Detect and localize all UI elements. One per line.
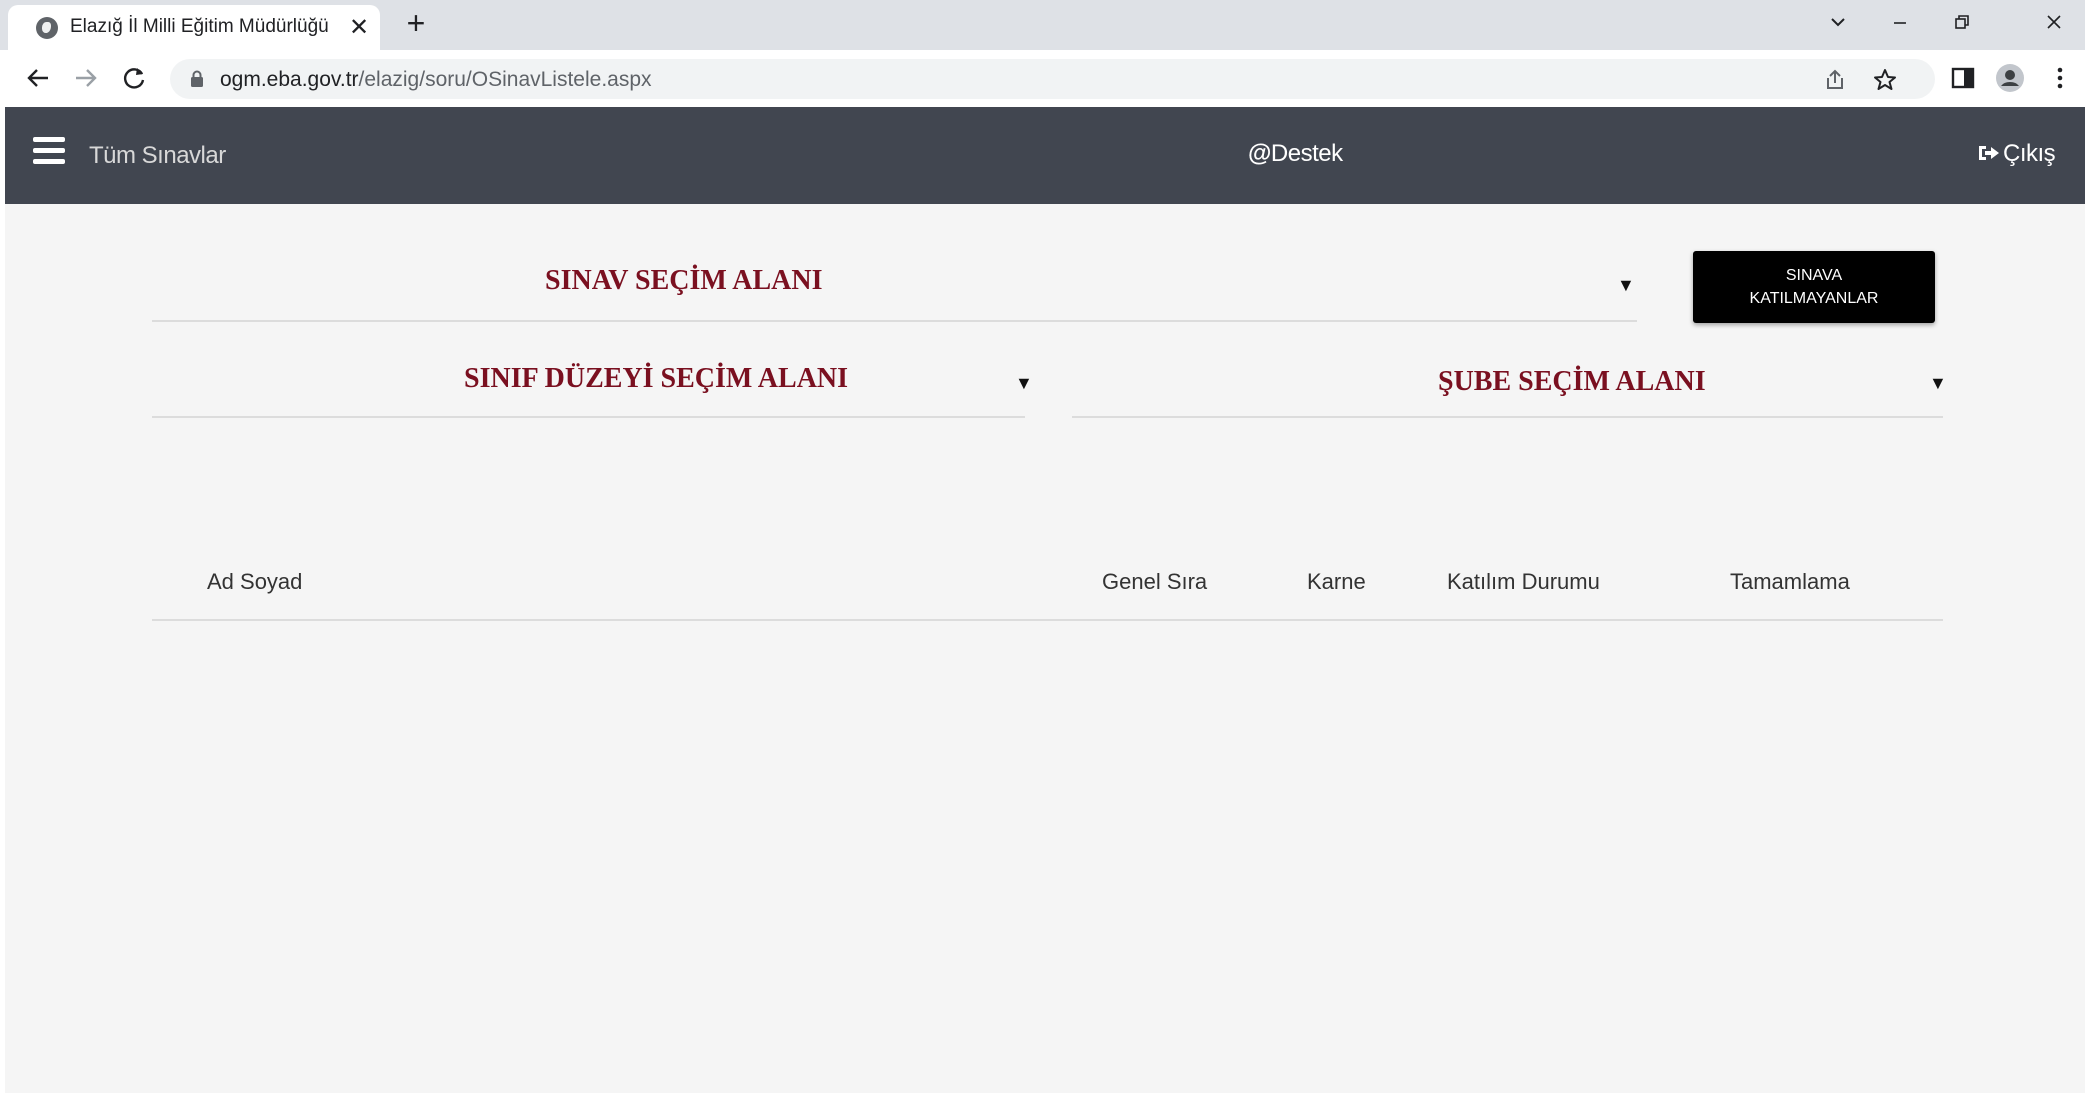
globe-favicon-icon: [36, 17, 58, 39]
logout-link[interactable]: Çıkış: [1977, 140, 2056, 168]
absent-button-line1: SINAVA: [1785, 267, 1843, 284]
reload-icon[interactable]: [118, 62, 150, 94]
hamburger-menu-icon[interactable]: [33, 137, 65, 167]
support-link[interactable]: @Destek: [1248, 140, 1343, 168]
tab-title: Elazığ İl Milli Eğitim Müdürlüğü: [70, 16, 329, 37]
column-header-name[interactable]: Ad Soyad: [207, 569, 302, 595]
top-navbar: Tüm Sınavlar @Destek Çıkış: [5, 107, 2085, 204]
absent-students-button[interactable]: SINAVA KATILMAYANLAR: [1693, 251, 1935, 323]
share-icon[interactable]: [1822, 67, 1848, 93]
at-sign-icon: @: [1248, 140, 1271, 167]
forward-arrow-icon[interactable]: [70, 62, 102, 94]
all-exams-link[interactable]: Tüm Sınavlar: [89, 142, 226, 170]
branch-select[interactable]: ŞUBE SEÇİM ALANI ▼: [1072, 342, 1947, 418]
support-label: Destek: [1270, 140, 1343, 167]
url-text[interactable]: ogm.eba.gov.tr/elazig/soru/OSinavListele…: [220, 68, 652, 92]
profile-avatar-icon[interactable]: [1994, 62, 2026, 94]
exam-select-chevron-down-icon: ▼: [1617, 275, 1635, 295]
branch-select-label: ŞUBE SEÇİM ALANI: [1438, 366, 1706, 397]
column-header-participation-status[interactable]: Katılım Durumu: [1447, 569, 1600, 595]
browser-menu-icon[interactable]: [2044, 62, 2076, 94]
bookmark-star-icon[interactable]: [1872, 67, 1898, 93]
browser-toolbar: ogm.eba.gov.tr/elazig/soru/OSinavListele…: [0, 50, 2085, 107]
browser-tab[interactable]: Elazığ İl Milli Eğitim Müdürlüğü ✕: [8, 5, 380, 50]
column-header-completion[interactable]: Tamamlama: [1730, 569, 1850, 595]
minimize-icon[interactable]: [1880, 6, 1920, 38]
results-table-header: Ad Soyad Genel Sıra Karne Katılım Durumu…: [152, 529, 1943, 621]
tab-search-icon[interactable]: [1818, 6, 1858, 38]
address-bar[interactable]: ogm.eba.gov.tr/elazig/soru/OSinavListele…: [170, 59, 1935, 99]
exam-select-label: SINAV SEÇİM ALANI: [545, 265, 823, 296]
column-header-general-rank[interactable]: Genel Sıra: [1102, 569, 1207, 595]
grade-select-chevron-down-icon: ▼: [1015, 373, 1033, 393]
lock-icon[interactable]: [190, 70, 204, 93]
column-header-report-card[interactable]: Karne: [1307, 569, 1366, 595]
absent-button-line2: KATILMAYANLAR: [1749, 290, 1879, 307]
new-tab-button[interactable]: +: [400, 7, 432, 40]
page-content: Tüm Sınavlar @Destek Çıkış SINAV SEÇİM A…: [5, 107, 2085, 1093]
url-path: /elazig/soru/OSinavListele.aspx: [358, 68, 652, 91]
sign-out-icon: [1979, 146, 1999, 160]
back-arrow-icon[interactable]: [22, 62, 54, 94]
grade-level-select-label: SINIF DÜZEYİ SEÇİM ALANI: [464, 363, 849, 394]
side-panel-icon[interactable]: [1947, 62, 1979, 94]
exam-select[interactable]: SINAV SEÇİM ALANI ▼: [152, 247, 1637, 322]
grade-level-select[interactable]: SINIF DÜZEYİ SEÇİM ALANI ▼: [152, 342, 1033, 418]
branch-select-chevron-down-icon: ▼: [1929, 373, 1947, 393]
tab-close-icon[interactable]: ✕: [346, 15, 372, 41]
logout-label: Çıkış: [2003, 140, 2056, 167]
browser-tab-strip: Elazığ İl Milli Eğitim Müdürlüğü ✕ +: [0, 0, 2085, 50]
window-close-icon[interactable]: [2034, 6, 2074, 38]
url-domain: ogm.eba.gov.tr: [220, 68, 359, 91]
restore-icon[interactable]: [1942, 6, 1982, 38]
